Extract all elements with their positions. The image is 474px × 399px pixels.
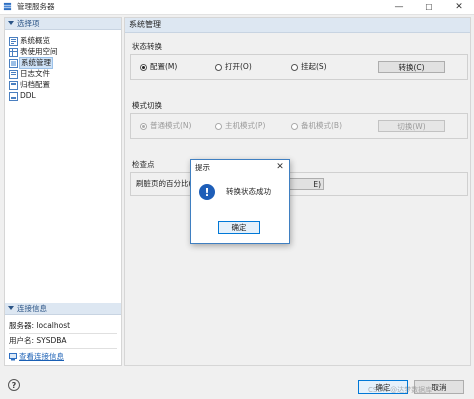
log-file-icon <box>9 69 18 79</box>
connection-section-header[interactable]: 连接信息 <box>5 303 121 315</box>
select-section-title: 选择项 <box>17 19 40 28</box>
select-section-header[interactable]: 选择项 <box>5 18 121 30</box>
convert-button[interactable]: 转换(C) <box>378 61 445 73</box>
main-header: 系统管理 <box>125 18 470 33</box>
system-manage-icon <box>9 58 18 68</box>
sidebar-item-system-manage[interactable]: 系统管理 <box>9 57 117 69</box>
sidebar-item-label: 日志文件 <box>20 69 50 78</box>
main-panel: 系统管理 状态转换 配置(M) 打开(O) 挂起(S) 转换(C) 模式切换 普… <box>124 17 471 366</box>
dialog-body: ! 转换状态成功 确定 <box>191 175 289 243</box>
sidebar-item-ddl[interactable]: DDL <box>9 91 117 101</box>
maximize-button[interactable]: ☐ <box>414 0 444 14</box>
left-panel: 选择项 系统概览 表使用空间 系统管理 日志文件 归档配置 DDL 连接信息 服… <box>4 17 122 366</box>
radio-label: 普通模式(N) <box>150 121 192 130</box>
dialog-title-bar: 提示 ✕ <box>191 160 289 175</box>
divider <box>9 348 117 349</box>
dialog-message: 转换状态成功 <box>226 187 271 196</box>
dialog-ok-button[interactable]: 确定 <box>218 221 260 234</box>
sidebar-item-label: 表使用空间 <box>20 47 58 56</box>
radio-primary-mode[interactable]: 主机模式(P) <box>215 121 265 131</box>
sidebar-item-archive-config[interactable]: 归档配置 <box>9 80 117 90</box>
connection-info-icon <box>9 353 17 361</box>
mode-group-title: 模式切换 <box>132 101 162 110</box>
radio-label: 配置(M) <box>150 62 178 71</box>
table-space-icon <box>9 47 18 57</box>
radio-normal-mode[interactable]: 普通模式(N) <box>140 121 191 131</box>
sidebar-item-label: 系统概览 <box>20 36 50 45</box>
page-title: 系统管理 <box>129 20 161 29</box>
checkpoint-group-title: 检查点 <box>132 160 155 169</box>
minimize-button[interactable]: — <box>384 0 414 14</box>
sidebar-item-table-space[interactable]: 表使用空间 <box>9 47 117 57</box>
sidebar-item-label: DDL <box>20 91 36 100</box>
radio-standby-mode[interactable]: 备机模式(B) <box>291 121 342 131</box>
collapse-triangle-icon <box>8 21 14 25</box>
state-transition-group: 配置(M) 打开(O) 挂起(S) 转换(C) <box>130 54 468 80</box>
view-connection-link-text: 查看连接信息 <box>19 352 64 361</box>
sidebar-item-label: 系统管理 <box>19 57 53 69</box>
sidebar-item-overview[interactable]: 系统概览 <box>9 36 117 46</box>
dialog-title: 提示 <box>195 163 210 172</box>
radio-dot <box>140 63 147 71</box>
radio-label: 挂起(S) <box>301 62 327 71</box>
dialog-close-icon[interactable]: ✕ <box>273 161 287 173</box>
manage-server-window: 管理服务器 — ☐ ✕ 选择项 系统概览 表使用空间 系统管理 日志文件 归档配… <box>0 0 474 399</box>
connection-section-title: 连接信息 <box>17 304 47 313</box>
switch-button[interactable]: 切换(W) <box>378 120 445 132</box>
radio-dot <box>215 122 222 130</box>
help-icon[interactable]: ? <box>8 379 20 391</box>
title-bar: 管理服务器 — ☐ ✕ <box>0 0 474 15</box>
divider <box>9 333 117 334</box>
sidebar-item-label: 归档配置 <box>20 80 50 89</box>
app-icon <box>3 2 12 11</box>
exclamation-icon: ! <box>199 184 215 200</box>
radio-label: 主机模式(P) <box>225 121 266 130</box>
checkpoint-button[interactable]: E) <box>288 178 324 190</box>
radio-dot <box>215 63 222 71</box>
sidebar-item-log-file[interactable]: 日志文件 <box>9 69 117 79</box>
radio-dot <box>291 122 298 130</box>
info-dialog: 提示 ✕ ! 转换状态成功 确定 <box>190 159 290 244</box>
window-title: 管理服务器 <box>17 2 55 11</box>
ddl-icon <box>9 91 18 101</box>
radio-label: 备机模式(B) <box>301 121 342 130</box>
state-group-title: 状态转换 <box>132 42 162 51</box>
radio-open[interactable]: 打开(O) <box>215 62 252 72</box>
view-connection-link[interactable]: 查看连接信息 <box>9 352 64 362</box>
radio-suspend[interactable]: 挂起(S) <box>291 62 327 72</box>
checkpoint-group: 刷脏页的百分比( E) <box>130 172 468 196</box>
server-info: 服务器: localhost <box>9 321 71 330</box>
collapse-triangle-icon <box>8 306 14 310</box>
close-button[interactable]: ✕ <box>444 0 474 14</box>
overview-icon <box>9 36 18 46</box>
radio-dot <box>291 63 298 71</box>
radio-config[interactable]: 配置(M) <box>140 62 177 72</box>
watermark: CSDN @达梦数据库 <box>368 386 433 394</box>
radio-dot <box>140 122 147 130</box>
archive-config-icon <box>9 80 18 90</box>
mode-switch-group: 普通模式(N) 主机模式(P) 备机模式(B) 切换(W) <box>130 113 468 139</box>
radio-label: 打开(O) <box>225 62 252 71</box>
user-info: 用户名: SYSDBA <box>9 336 67 345</box>
dirty-page-percent-label: 刷脏页的百分比( <box>136 179 192 188</box>
